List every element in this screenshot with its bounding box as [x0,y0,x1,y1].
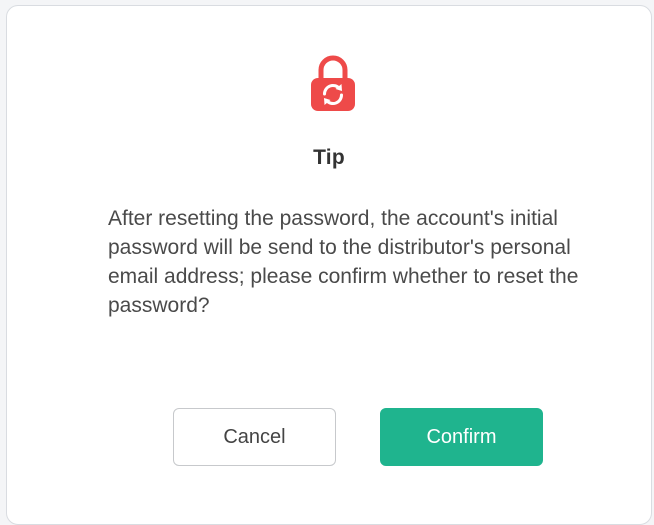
cancel-button[interactable]: Cancel [173,408,336,466]
dialog-message: After resetting the password, the accoun… [108,207,579,317]
confirm-button[interactable]: Confirm [380,408,543,466]
reset-password-dialog: Tip After resetting the password, the ac… [6,5,652,525]
lock-reset-icon [307,55,359,113]
dialog-title: Tip [313,146,345,169]
